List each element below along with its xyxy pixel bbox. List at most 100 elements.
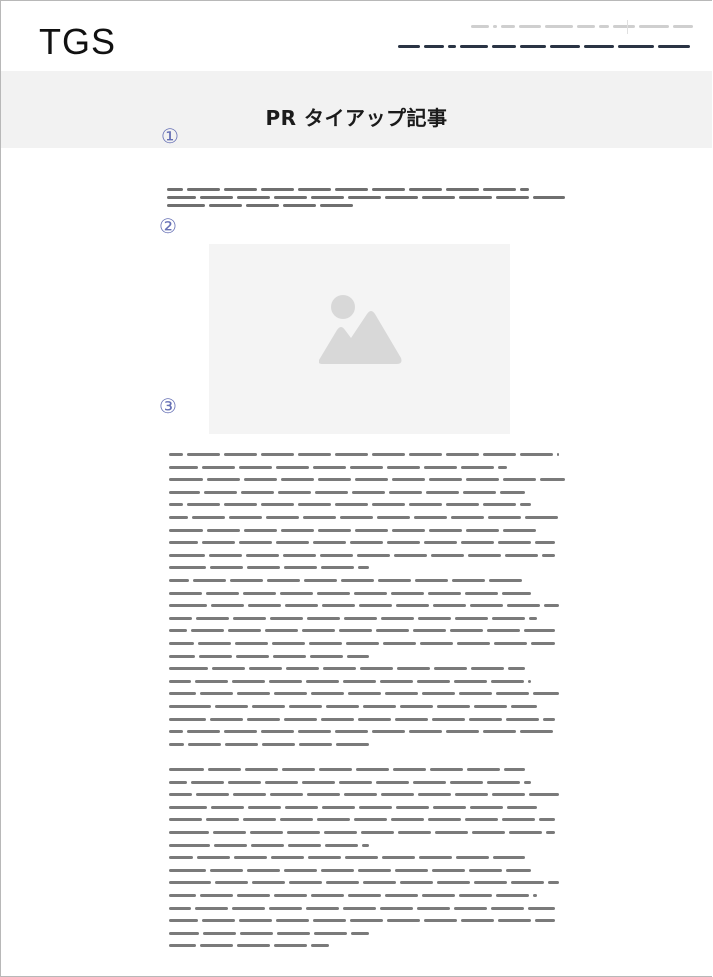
text-line xyxy=(169,843,369,847)
text-dash xyxy=(355,478,388,482)
text-dash xyxy=(496,894,529,897)
text-dash xyxy=(198,642,231,645)
text-dash xyxy=(463,490,496,494)
text-dash xyxy=(392,528,425,532)
text-dash xyxy=(387,541,420,545)
text-line xyxy=(169,742,369,746)
text-dash xyxy=(303,516,336,519)
text-dash xyxy=(200,196,233,199)
text-dash xyxy=(169,503,183,507)
text-dash xyxy=(377,516,410,519)
text-dash xyxy=(433,805,466,809)
text-dash xyxy=(471,667,504,671)
text-dash xyxy=(320,553,353,557)
text-dash xyxy=(455,793,488,797)
text-dash xyxy=(284,717,317,721)
text-dash xyxy=(169,465,198,469)
text-line xyxy=(169,465,507,469)
text-dash xyxy=(224,503,257,507)
text-dash xyxy=(208,768,241,771)
text-dash xyxy=(372,730,405,734)
text-dash xyxy=(187,730,220,734)
text-dash xyxy=(496,692,529,696)
text-dash xyxy=(224,188,257,191)
logo[interactable]: TGS xyxy=(39,21,116,63)
text-dash xyxy=(169,780,187,784)
text-dash xyxy=(315,490,348,494)
text-dash xyxy=(417,906,450,910)
text-dash xyxy=(418,793,451,797)
text-dash xyxy=(265,780,298,784)
text-line xyxy=(169,692,559,696)
text-dash xyxy=(414,516,447,519)
text-dash xyxy=(193,579,226,582)
text-dash xyxy=(498,465,507,469)
text-dash xyxy=(169,931,199,935)
text-dash xyxy=(446,188,479,191)
text-dash xyxy=(272,642,305,645)
text-dash xyxy=(358,717,391,721)
nav-link-placeholder xyxy=(599,25,609,28)
text-line xyxy=(169,730,555,734)
text-dash xyxy=(265,629,298,633)
text-dash xyxy=(543,717,555,721)
text-line xyxy=(169,478,565,482)
text-dash xyxy=(271,856,304,860)
text-dash xyxy=(395,717,428,721)
text-dash xyxy=(314,931,347,935)
text-dash xyxy=(206,591,239,595)
text-line xyxy=(169,616,537,620)
text-dash xyxy=(322,805,355,809)
text-dash xyxy=(167,204,205,207)
text-dash xyxy=(169,478,203,482)
text-dash xyxy=(491,679,524,683)
text-dash xyxy=(286,667,319,671)
nav-link-placeholder xyxy=(550,45,580,48)
text-line xyxy=(169,894,537,897)
text-line xyxy=(169,453,559,456)
text-dash xyxy=(169,944,196,948)
text-dash xyxy=(351,931,369,935)
text-dash xyxy=(252,881,285,885)
text-dash xyxy=(424,919,457,923)
text-dash xyxy=(422,894,455,897)
marker-1: ① xyxy=(161,124,179,148)
text-dash xyxy=(285,604,318,608)
text-dash xyxy=(387,919,420,923)
text-dash xyxy=(395,868,428,872)
text-dash xyxy=(535,919,555,923)
text-dash xyxy=(340,516,373,519)
text-dash xyxy=(468,553,501,557)
text-dash xyxy=(359,604,392,608)
image-placeholder xyxy=(209,244,510,434)
text-dash xyxy=(488,516,521,519)
text-dash xyxy=(498,919,531,923)
text-dash xyxy=(187,503,220,507)
text-dash xyxy=(211,805,244,809)
text-dash xyxy=(494,642,527,645)
utility-nav[interactable] xyxy=(471,25,693,29)
text-line xyxy=(169,919,555,923)
text-dash xyxy=(213,831,246,834)
text-dash xyxy=(450,629,483,633)
text-dash xyxy=(456,856,489,860)
text-dash xyxy=(389,490,422,494)
text-dash xyxy=(376,780,409,784)
text-dash xyxy=(319,768,352,771)
text-dash xyxy=(520,503,531,507)
text-dash xyxy=(469,717,502,721)
text-dash xyxy=(318,478,351,482)
text-dash xyxy=(169,768,204,771)
text-dash xyxy=(533,894,537,897)
text-dash xyxy=(524,629,555,633)
text-dash xyxy=(200,894,233,897)
text-dash xyxy=(385,692,418,696)
text-dash xyxy=(280,591,313,595)
text-dash xyxy=(261,730,294,734)
main-nav[interactable] xyxy=(398,45,694,49)
text-dash xyxy=(348,692,381,696)
text-dash xyxy=(415,579,448,582)
text-dash xyxy=(169,604,207,608)
text-dash xyxy=(533,196,565,199)
text-dash xyxy=(433,604,466,608)
